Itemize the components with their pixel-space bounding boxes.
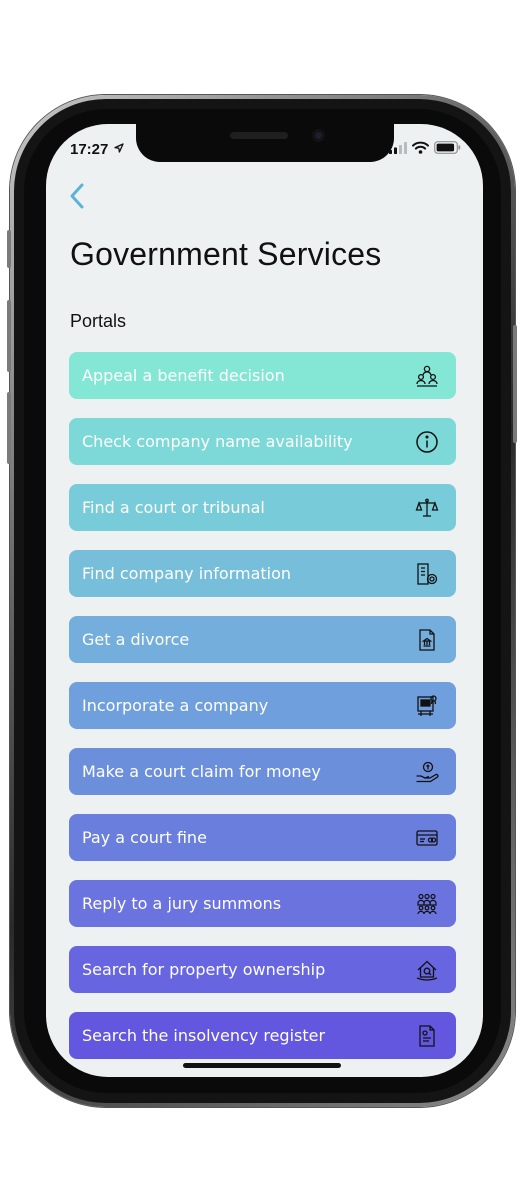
portal-label: Search for property ownership <box>82 960 326 979</box>
section-label-portals: Portals <box>70 311 127 331</box>
volume-down-button <box>7 392 11 464</box>
speaker-grille <box>230 132 288 139</box>
info-circle-icon <box>416 431 438 453</box>
portal-divorce[interactable]: Get a divorce <box>69 616 456 663</box>
cellular-signal-icon <box>389 141 407 154</box>
jury-group-icon <box>417 893 437 915</box>
portal-label: Find a court or tribunal <box>82 498 265 517</box>
wifi-icon <box>412 141 429 154</box>
portal-label: Make a court claim for money <box>82 762 321 781</box>
document-courthouse-icon <box>419 629 435 651</box>
portal-label: Pay a court fine <box>82 828 207 847</box>
company-registration-icon <box>417 695 437 716</box>
portal-label: Search the insolvency register <box>82 1026 326 1045</box>
page-title: Government Services <box>70 236 382 272</box>
portal-insolvency-register[interactable]: Search the insolvency register <box>69 1012 456 1059</box>
portal-list: Appeal a benefit decision Check company … <box>69 352 456 1077</box>
status-time: 17:27 <box>70 141 124 158</box>
portal-property-ownership[interactable]: Search for property ownership <box>69 946 456 993</box>
portal-company-info[interactable]: Find company information <box>69 550 456 597</box>
payment-card-icon <box>416 830 438 846</box>
portal-find-court[interactable]: Find a court or tribunal <box>69 484 456 531</box>
power-button <box>513 325 517 443</box>
portal-label: Appeal a benefit decision <box>82 366 285 385</box>
location-arrow-icon <box>113 143 124 153</box>
portal-label: Reply to a jury summons <box>82 894 282 913</box>
silent-switch <box>7 230 11 268</box>
notch <box>136 124 394 162</box>
back-chevron-icon[interactable] <box>68 182 86 210</box>
portal-label: Incorporate a company <box>82 696 269 715</box>
building-search-icon <box>417 563 438 585</box>
portal-court-claim[interactable]: Make a court claim for money <box>69 748 456 795</box>
battery-icon <box>434 141 461 154</box>
portal-jury-summons[interactable]: Reply to a jury summons <box>69 880 456 927</box>
portal-incorporate[interactable]: Incorporate a company <box>69 682 456 729</box>
portal-company-name[interactable]: Check company name availability <box>69 418 456 465</box>
scales-icon <box>415 498 439 517</box>
hand-coin-icon <box>416 761 439 783</box>
portal-label: Get a divorce <box>82 630 190 649</box>
status-indicators <box>389 141 461 154</box>
home-indicator[interactable] <box>183 1063 341 1068</box>
people-group-icon <box>416 365 438 387</box>
app-screen: 17:27 Government Services Portals Appeal <box>46 124 483 1077</box>
register-document-icon <box>419 1025 435 1047</box>
house-search-icon <box>416 960 438 981</box>
volume-up-button <box>7 300 11 372</box>
portal-appeal-benefit[interactable]: Appeal a benefit decision <box>69 352 456 399</box>
portal-label: Find company information <box>82 564 292 583</box>
portal-label: Check company name availability <box>82 432 353 451</box>
front-camera <box>312 129 325 142</box>
portal-court-fine[interactable]: Pay a court fine <box>69 814 456 861</box>
